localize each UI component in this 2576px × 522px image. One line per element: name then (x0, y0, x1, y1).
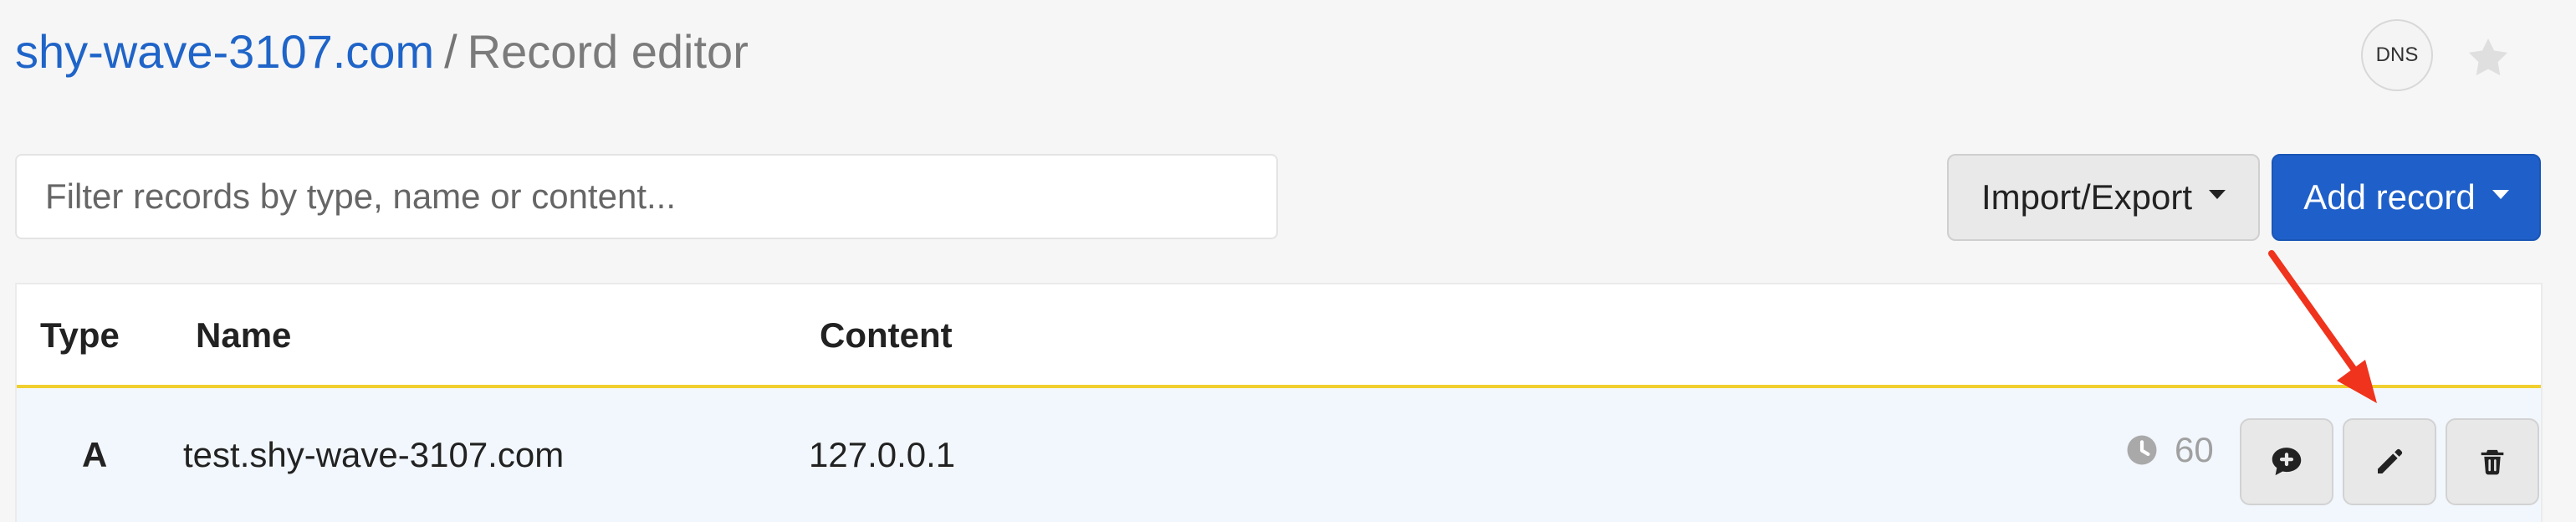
ttl-display: 60 (2124, 432, 2214, 468)
chevron-down-icon (2209, 189, 2226, 199)
dns-records-table: Type Name Content A test.shy-wave-3107.c… (15, 283, 2543, 522)
page-title: shy-wave-3107.com / Record editor (15, 28, 749, 75)
search-input[interactable] (15, 154, 1278, 239)
column-name: Name (196, 315, 292, 355)
record-type: A (82, 435, 108, 474)
table-header: Type Name Content (17, 284, 2541, 388)
comment-plus-icon (2272, 448, 2302, 476)
chevron-down-icon (2492, 189, 2509, 199)
column-type: Type (40, 315, 120, 355)
pencil-icon (2378, 448, 2403, 473)
column-content: Content (820, 315, 953, 355)
record-editor-page: shy-wave-3107.com/Record editor DNS Impo… (0, 0, 2576, 522)
clock-icon (2127, 435, 2157, 465)
dns-badge[interactable]: DNS (2361, 19, 2433, 91)
star-button[interactable] (2459, 28, 2517, 87)
breadcrumb-separator: / (444, 25, 457, 78)
table-row: A test.shy-wave-3107.com 127.0.0.1 60 (17, 388, 2541, 522)
edit-record-button[interactable] (2343, 418, 2436, 505)
star-icon (2468, 38, 2508, 76)
add-record-button[interactable]: Add record (2272, 154, 2541, 241)
record-editor-title: Record editor (467, 25, 749, 78)
trash-icon (2481, 449, 2504, 475)
delete-record-button[interactable] (2446, 418, 2539, 505)
import-export-label: Import/Export (1981, 177, 2193, 217)
domain-link[interactable]: shy-wave-3107.com (15, 25, 434, 78)
import-export-button[interactable]: Import/Export (1947, 154, 2260, 241)
ttl-value: 60 (2175, 430, 2214, 469)
add-record-label: Add record (2303, 177, 2476, 217)
comment-record-button[interactable] (2240, 418, 2333, 505)
record-content: 127.0.0.1 (809, 435, 956, 474)
record-name: test.shy-wave-3107.com (183, 435, 565, 474)
